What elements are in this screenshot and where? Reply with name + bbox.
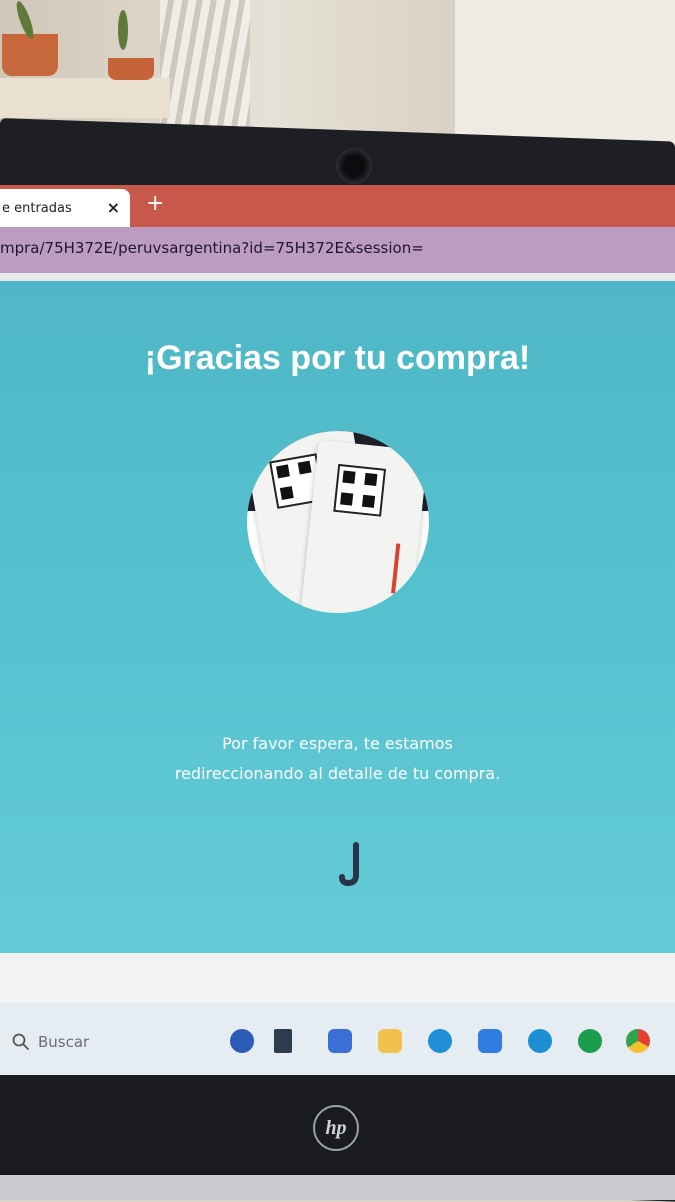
laptop-screen: e entradas × + mpra/75H372E/peruvsargent… — [0, 185, 675, 1075]
loading-spinner-icon — [339, 842, 359, 887]
search-placeholder: Buscar — [38, 1033, 90, 1051]
l-app-icon[interactable] — [274, 1029, 292, 1053]
plant-pot — [108, 58, 154, 80]
hp-logo: hp — [313, 1105, 359, 1151]
wall — [455, 0, 675, 150]
confirmation-page: ¡Gracias por tu compra! Por favor espera… — [0, 281, 675, 953]
chrome-icon[interactable] — [626, 1029, 650, 1053]
redirect-message: Por favor espera, te estamos redireccion… — [0, 729, 675, 789]
browser-status-area — [0, 953, 675, 1003]
shelf — [0, 78, 170, 118]
copilot-icon[interactable] — [328, 1029, 352, 1053]
browser-tab-bar: e entradas × + — [0, 185, 675, 227]
qr-code-icon — [333, 463, 387, 517]
search-icon — [12, 1033, 29, 1050]
ticket-stripe — [391, 543, 401, 594]
spotify-icon[interactable] — [578, 1029, 602, 1053]
webcam — [336, 148, 372, 184]
address-bar[interactable]: mpra/75H372E/peruvsargentina?id=75H372E&… — [0, 227, 675, 273]
keyboard-deck — [0, 1175, 675, 1200]
tickets-illustration — [247, 431, 429, 613]
stair-railing — [160, 0, 250, 130]
tab-title: e entradas — [2, 200, 72, 216]
browser-tab[interactable]: e entradas × — [0, 189, 130, 227]
message-line-1: Por favor espera, te estamos — [222, 734, 453, 753]
plant-pot — [2, 34, 58, 76]
file-explorer-icon[interactable] — [378, 1029, 402, 1053]
url-text[interactable]: mpra/75H372E/peruvsargentina?id=75H372E&… — [0, 239, 424, 257]
message-line-2: redireccionando al detalle de tu compra. — [174, 764, 501, 783]
plant-leaf — [118, 10, 128, 50]
edge-icon[interactable] — [428, 1029, 452, 1053]
store-icon[interactable] — [478, 1029, 502, 1053]
close-tab-icon[interactable]: × — [107, 198, 120, 217]
page-title: ¡Gracias por tu compra! — [144, 339, 531, 377]
taskbar-search[interactable]: Buscar — [12, 1033, 89, 1051]
ticket-front — [299, 439, 429, 613]
bing-chat-icon[interactable] — [230, 1029, 254, 1053]
new-tab-button[interactable]: + — [146, 191, 164, 216]
app-icon[interactable] — [528, 1029, 552, 1053]
windows-taskbar: Buscar — [0, 1003, 675, 1075]
